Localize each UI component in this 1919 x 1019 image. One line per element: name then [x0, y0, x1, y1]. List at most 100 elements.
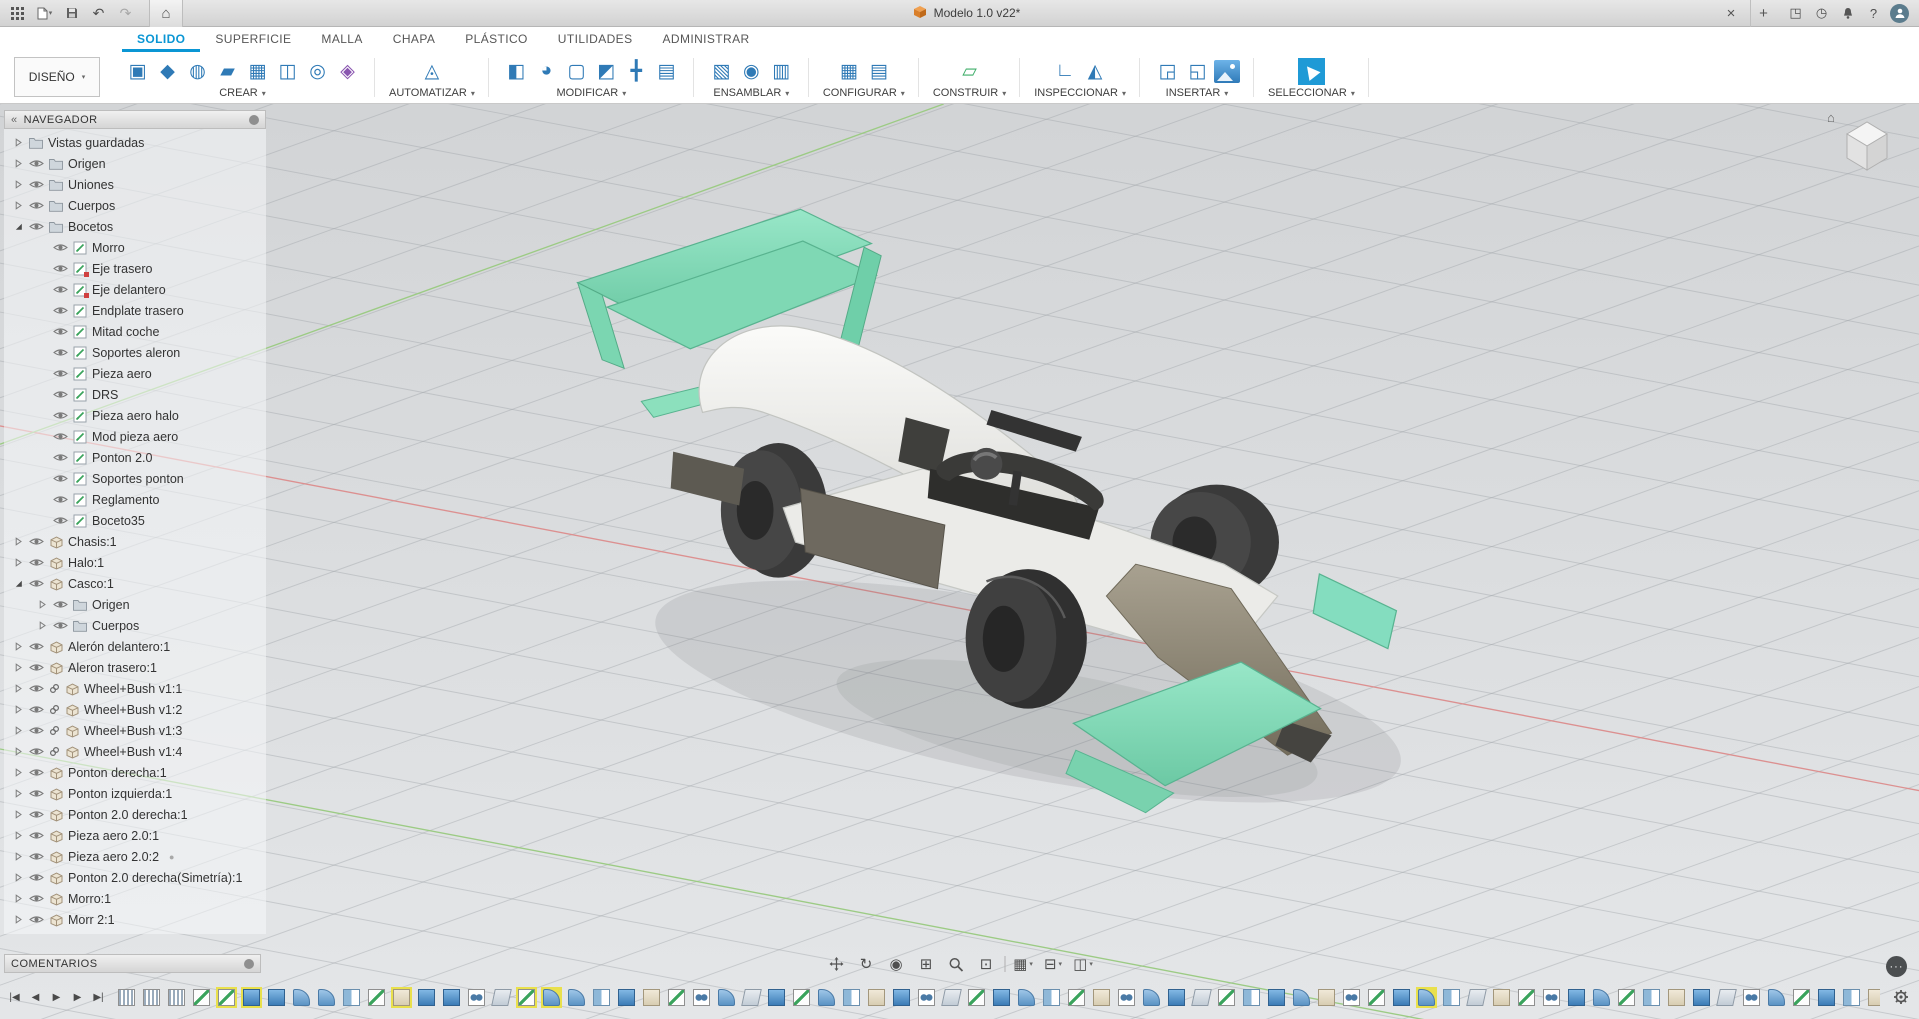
timeline-op-component[interactable] [1316, 987, 1337, 1008]
tabla-configuracion-button[interactable]: ▤ [865, 58, 892, 85]
tree-item[interactable]: Endplate trasero [4, 300, 266, 321]
tree-item[interactable]: Eje delantero [4, 279, 266, 300]
visibility-eye-icon[interactable] [52, 515, 68, 526]
tree-item[interactable]: Wheel+Bush v1:2 [4, 699, 266, 720]
tree-item[interactable]: Wheel+Bush v1:1 [4, 678, 266, 699]
tab-superficie[interactable]: SUPERFICIE [200, 27, 306, 52]
tree-item[interactable]: Ponton izquierda:1 [4, 783, 266, 804]
timeline-op-fillet[interactable] [1766, 987, 1787, 1008]
notifications-button[interactable] [1838, 4, 1857, 23]
combinar-button[interactable]: ◩ [593, 58, 620, 85]
timeline-op-sketch[interactable] [516, 987, 537, 1008]
crear-boceto-button[interactable]: ▣ [124, 58, 151, 85]
group-label-automatizar[interactable]: AUTOMATIZAR▾ [389, 87, 475, 99]
tree-item[interactable]: Pieza aero 2.0:2● [4, 846, 266, 867]
timeline-op-extrude[interactable] [1691, 987, 1712, 1008]
tree-item[interactable]: Ponton derecha:1 [4, 762, 266, 783]
tree-item[interactable]: Soportes ponton [4, 468, 266, 489]
crear-forma-button[interactable]: ◈ [334, 58, 361, 85]
timeline-op-group[interactable] [166, 987, 187, 1008]
timeline-op-mirror[interactable] [1241, 987, 1262, 1008]
tab-plástico[interactable]: PLÁSTICO [450, 27, 543, 52]
timeline-op-extrude[interactable] [1566, 987, 1587, 1008]
tree-item[interactable]: Wheel+Bush v1:4 [4, 741, 266, 762]
timeline-op-mirror[interactable] [591, 987, 612, 1008]
tree-caret-icon[interactable] [36, 600, 48, 609]
browser-options-button[interactable] [249, 115, 259, 125]
file-menu-button[interactable]: ▾ [31, 0, 58, 27]
patron-button[interactable]: ▦ [244, 58, 271, 85]
timeline-op-fillet[interactable] [1416, 987, 1437, 1008]
home-view-icon[interactable]: ⌂ [1827, 110, 1835, 125]
group-label-configurar[interactable]: CONFIGURAR▾ [823, 87, 905, 99]
assistant-bubble-button[interactable]: ··· [1886, 956, 1907, 977]
view-cube-icon[interactable] [1831, 112, 1901, 176]
lienzo-button[interactable] [1214, 60, 1240, 83]
tree-item[interactable]: Casco:1 [4, 573, 266, 594]
comments-header[interactable]: COMENTARIOS [4, 954, 261, 973]
timeline-op-extrude[interactable] [441, 987, 462, 1008]
timeline-op-sketch[interactable] [791, 987, 812, 1008]
step-forward-button[interactable]: ▶ [68, 987, 87, 1007]
timeline-op-component[interactable] [641, 987, 662, 1008]
timeline-op-extrude[interactable] [616, 987, 637, 1008]
timeline-op-fillet[interactable] [291, 987, 312, 1008]
tree-item[interactable]: Pieza aero [4, 363, 266, 384]
visibility-eye-icon[interactable] [28, 158, 44, 169]
tree-item[interactable]: Mitad coche [4, 321, 266, 342]
timeline-op-sketch[interactable] [1216, 987, 1237, 1008]
group-label-crear[interactable]: CREAR▾ [219, 87, 266, 99]
timeline-op-joint[interactable] [1541, 987, 1562, 1008]
visibility-eye-icon[interactable] [28, 179, 44, 190]
tree-item[interactable]: Soportes aleron [4, 342, 266, 363]
tree-item[interactable]: Cuerpos [4, 195, 266, 216]
timeline-op-group[interactable] [116, 987, 137, 1008]
zoom-window-button[interactable]: ⊞ [914, 953, 938, 975]
play-button[interactable]: ▶ [47, 987, 66, 1007]
tree-caret-icon[interactable] [12, 873, 24, 882]
visibility-eye-icon[interactable] [52, 326, 68, 337]
tree-item[interactable]: Morro:1 [4, 888, 266, 909]
timeline-op-fillet[interactable] [1016, 987, 1037, 1008]
visibility-eye-icon[interactable] [28, 746, 44, 757]
home-tab-button[interactable]: ⌂ [149, 0, 183, 27]
visibility-eye-icon[interactable] [28, 725, 44, 736]
tree-item[interactable]: Vistas guardadas [4, 132, 266, 153]
timeline-op-extrude[interactable] [416, 987, 437, 1008]
tree-caret-icon[interactable] [12, 831, 24, 840]
tree-caret-icon[interactable] [12, 768, 24, 777]
junta-button[interactable]: ◉ [738, 58, 765, 85]
timeline-op-plane[interactable] [1191, 987, 1212, 1008]
viewports-button[interactable]: ◫▾ [1071, 953, 1095, 975]
visibility-eye-icon[interactable] [28, 830, 44, 841]
tree-caret-icon[interactable] [12, 747, 24, 756]
undo-button[interactable]: ↶ [85, 0, 112, 27]
go-to-start-button[interactable]: |◀ [5, 987, 24, 1007]
timeline-op-sketch[interactable] [1791, 987, 1812, 1008]
presionar-tirar-button[interactable]: ◧ [503, 58, 530, 85]
timeline-op-component[interactable] [391, 987, 412, 1008]
timeline-op-component[interactable] [866, 987, 887, 1008]
step-back-button[interactable]: ◀ [26, 987, 45, 1007]
workspace-selector[interactable]: DISEÑO ▾ [14, 57, 100, 97]
tab-administrar[interactable]: ADMINISTRAR [647, 27, 764, 52]
visibility-eye-icon[interactable] [28, 851, 44, 862]
tree-caret-icon[interactable] [12, 684, 24, 693]
tree-caret-icon[interactable] [12, 894, 24, 903]
scripts-complementos-button[interactable]: ◬ [418, 58, 445, 85]
tree-item[interactable]: Chasis:1 [4, 531, 266, 552]
job-status-button[interactable]: ◷ [1812, 4, 1831, 23]
timeline-op-sketch[interactable] [366, 987, 387, 1008]
collapse-panel-icon[interactable]: « [11, 114, 18, 126]
group-label-seleccionar[interactable]: SELECCIONAR▾ [1268, 87, 1355, 99]
visibility-eye-icon[interactable] [52, 494, 68, 505]
timeline-op-fillet[interactable] [1591, 987, 1612, 1008]
tree-item[interactable]: Ponton 2.0 derecha(Simetría):1 [4, 867, 266, 888]
espejo-button[interactable]: ◫ [274, 58, 301, 85]
timeline-op-fillet[interactable] [816, 987, 837, 1008]
revolucion-button[interactable]: ◍ [184, 58, 211, 85]
timeline-op-joint[interactable] [1741, 987, 1762, 1008]
group-label-modificar[interactable]: MODIFICAR▾ [556, 87, 626, 99]
tree-caret-icon[interactable] [12, 201, 24, 210]
save-button[interactable] [58, 0, 85, 27]
